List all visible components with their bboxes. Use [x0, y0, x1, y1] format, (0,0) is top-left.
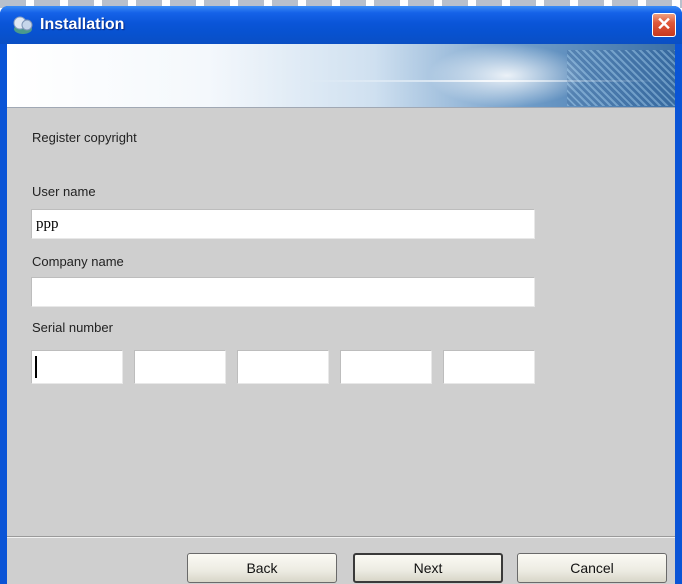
dialog-body: Register copyright User name Company nam…: [7, 44, 675, 584]
serial-part-5-field[interactable]: [443, 350, 535, 384]
close-icon: ✕: [656, 14, 672, 34]
banner-glow: [427, 44, 587, 107]
company-name-label: Company name: [32, 254, 124, 269]
back-button[interactable]: Back: [187, 553, 337, 583]
window-title: Installation: [40, 16, 125, 33]
next-button[interactable]: Next: [353, 553, 503, 583]
serial-part-4-field[interactable]: [340, 350, 432, 384]
installer-icon: [13, 16, 33, 34]
register-copyright-heading: Register copyright: [32, 130, 137, 145]
banner-texture: [567, 50, 675, 106]
company-name-field[interactable]: [31, 277, 535, 307]
cancel-button[interactable]: Cancel: [517, 553, 667, 583]
user-name-label: User name: [32, 184, 96, 199]
serial-part-3-field[interactable]: [237, 350, 329, 384]
footer-divider: [7, 536, 675, 538]
text-caret: [35, 356, 37, 378]
serial-part-2-field[interactable]: [134, 350, 226, 384]
header-banner: [7, 44, 675, 108]
serial-part-1-field[interactable]: [31, 350, 123, 384]
close-button[interactable]: ✕: [652, 13, 676, 37]
serial-number-label: Serial number: [32, 320, 113, 335]
title-bar[interactable]: Installation ✕: [0, 6, 682, 44]
user-name-field[interactable]: [31, 209, 535, 239]
installation-window: Installation ✕ Register copyright User n…: [0, 6, 682, 584]
